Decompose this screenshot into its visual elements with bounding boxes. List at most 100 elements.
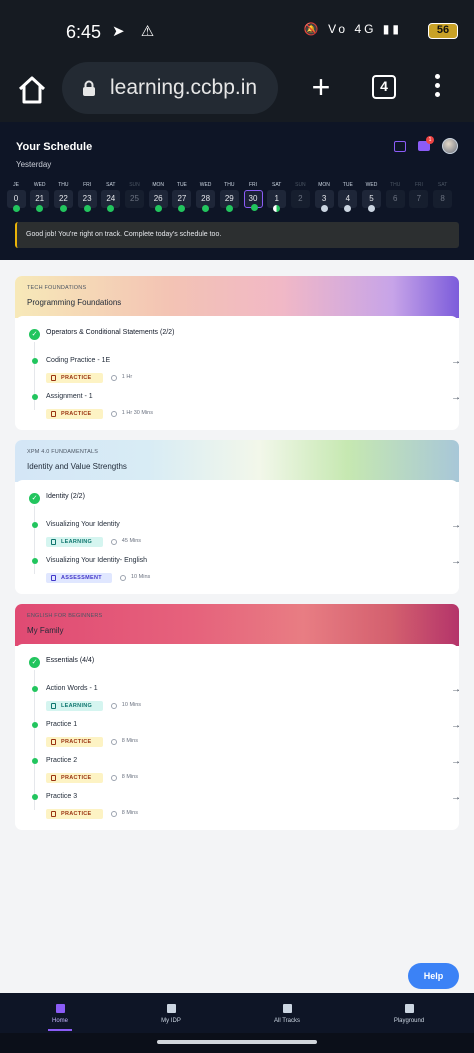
day-name: MON [152, 182, 165, 188]
browser-home-button[interactable] [14, 72, 50, 108]
arrow-right-icon[interactable]: → [451, 520, 459, 531]
course-list: TECH FOUNDATIONS Programming Foundations ✓… [0, 260, 474, 992]
item-title: Visualizing Your Identity [46, 521, 120, 528]
new-tab-button[interactable]: + [306, 71, 336, 103]
day-6[interactable]: THU 6 [385, 182, 405, 208]
browser-menu-button[interactable] [428, 74, 446, 100]
item-duration: 45 Mins [121, 538, 142, 544]
item-title: Visualizing Your Identity- English [46, 557, 148, 564]
day-number: 27 [177, 194, 187, 203]
day-8[interactable]: SAT 8 [433, 182, 453, 208]
day-name: SAT [437, 182, 448, 188]
banner-text: Good job! You're right on track. Complet… [26, 231, 222, 238]
item-type-label: LEARNING [61, 703, 93, 709]
day-date: 29 [219, 190, 239, 212]
arrow-right-icon[interactable]: → [451, 684, 459, 695]
arrow-right-icon[interactable]: → [451, 792, 459, 803]
list-item[interactable]: Assignment - 1 PRACTICE 1 Hr 30 Mins → [15, 392, 459, 426]
item-type-label: PRACTICE [61, 411, 92, 417]
nav-item-all-tracks[interactable]: All Tracks [247, 993, 327, 1033]
completed-check-icon [36, 205, 44, 212]
clock-icon [110, 775, 117, 781]
network-type: 4G [354, 22, 377, 36]
day-4[interactable]: TUE 4 [338, 182, 358, 212]
day-1[interactable]: SAT 1 [267, 182, 287, 212]
tab-switcher-button[interactable]: 4 [372, 75, 396, 99]
item-duration: 8 Mins [121, 774, 138, 780]
course-header[interactable]: ENGLISH FOR BEGINNERS My Family [15, 604, 459, 646]
day-27[interactable]: TUE 27 [172, 182, 192, 212]
completed-dot-icon [32, 358, 38, 364]
day-25[interactable]: SUN 25 [125, 182, 145, 208]
day-0[interactable]: JE 0 [6, 182, 26, 212]
list-item[interactable]: Practice 2 PRACTICE 8 Mins → [15, 756, 459, 790]
day-29[interactable]: THU 29 [219, 182, 239, 212]
day-name: SUN [295, 182, 306, 188]
type-icon [51, 703, 56, 709]
item-type-label: LEARNING [61, 539, 93, 545]
address-bar[interactable]: learning.ccbp.in [62, 62, 278, 114]
item-title: Coding Practice - 1E [46, 357, 111, 364]
item-type-badge: LEARNING [46, 537, 103, 547]
clock-icon [120, 575, 126, 581]
day-date: 2 [290, 190, 310, 208]
day-number: 21 [35, 194, 45, 203]
day-number: 22 [58, 194, 68, 203]
list-item[interactable]: Visualizing Your Identity LEARNING 45 Mins… [15, 520, 459, 554]
list-item[interactable]: Action Words - 1 LEARNING 10 Mins → [15, 684, 459, 718]
schedule-section: Your Schedule Yesterday 1 JE 0 WED 21 THU 22 F… [0, 122, 474, 260]
day-23[interactable]: FRI 23 [77, 182, 97, 212]
battery-icon: 56 [428, 23, 458, 39]
module-complete-icon: ✓ [29, 657, 40, 668]
day-5[interactable]: WED 5 [362, 182, 382, 212]
item-type-badge: PRACTICE [46, 373, 103, 383]
day-28[interactable]: WED 28 [196, 182, 216, 212]
day-26[interactable]: MON 26 [148, 182, 168, 212]
item-title: Practice 1 [46, 721, 78, 728]
day-number: 29 [224, 194, 234, 203]
nav-item-my-idp[interactable]: My IDP [131, 993, 211, 1033]
arrow-right-icon[interactable]: → [451, 720, 459, 731]
completed-check-icon [178, 205, 186, 212]
day-24[interactable]: SAT 24 [101, 182, 121, 212]
day-21[interactable]: WED 21 [30, 182, 50, 212]
item-title: Practice 2 [46, 757, 78, 764]
list-item[interactable]: Practice 1 PRACTICE 8 Mins → [15, 720, 459, 754]
course-card: XPM 4.0 FUNDAMENTALS Identity and Value S… [15, 440, 459, 594]
course-header[interactable]: XPM 4.0 FUNDAMENTALS Identity and Value S… [15, 440, 459, 482]
gesture-bar [157, 1040, 317, 1044]
completed-dot-icon [32, 794, 38, 800]
tracks-icon [283, 1004, 292, 1013]
nav-label: Playground [393, 1018, 425, 1024]
arrow-right-icon[interactable]: → [451, 356, 459, 367]
item-type-badge: PRACTICE [46, 737, 103, 747]
day-number: 30 [248, 194, 258, 203]
course-header[interactable]: TECH FOUNDATIONS Programming Foundations [15, 276, 459, 318]
avatar[interactable] [442, 138, 458, 154]
nav-item-home[interactable]: Home [20, 993, 100, 1033]
list-item[interactable]: Visualizing Your Identity- English ASSESS… [15, 556, 459, 590]
item-type-badge: ASSESSMENT [46, 573, 112, 583]
notification-badge: 1 [426, 136, 434, 144]
day-30[interactable]: FRI 30 [243, 182, 263, 211]
list-item[interactable]: Practice 3 PRACTICE 8 Mins → [15, 792, 459, 826]
completed-dot-icon [32, 394, 38, 400]
list-item[interactable]: Coding Practice - 1E PRACTICE 1 Hr → [15, 356, 459, 390]
nav-label: My IDP [161, 1018, 181, 1024]
arrow-right-icon[interactable]: → [451, 756, 459, 767]
arrow-right-icon[interactable]: → [451, 556, 459, 567]
day-name: SAT [272, 182, 282, 188]
help-button[interactable]: Help [408, 963, 459, 989]
module-complete-icon: ✓ [29, 493, 40, 504]
day-date: 4 [338, 190, 358, 212]
progress-banner: Good job! You're right on track. Complet… [15, 222, 459, 248]
day-date: 0 [6, 190, 26, 212]
day-3[interactable]: MON 3 [314, 182, 334, 212]
calendar-icon[interactable] [394, 141, 406, 152]
arrow-right-icon[interactable]: → [451, 392, 459, 403]
day-2[interactable]: SUN 2 [290, 182, 310, 208]
day-22[interactable]: THU 22 [53, 182, 73, 212]
course-card: TECH FOUNDATIONS Programming Foundations ✓… [15, 276, 459, 430]
nav-item-playground[interactable]: Playground [369, 993, 449, 1033]
day-7[interactable]: FRI 7 [409, 182, 429, 208]
